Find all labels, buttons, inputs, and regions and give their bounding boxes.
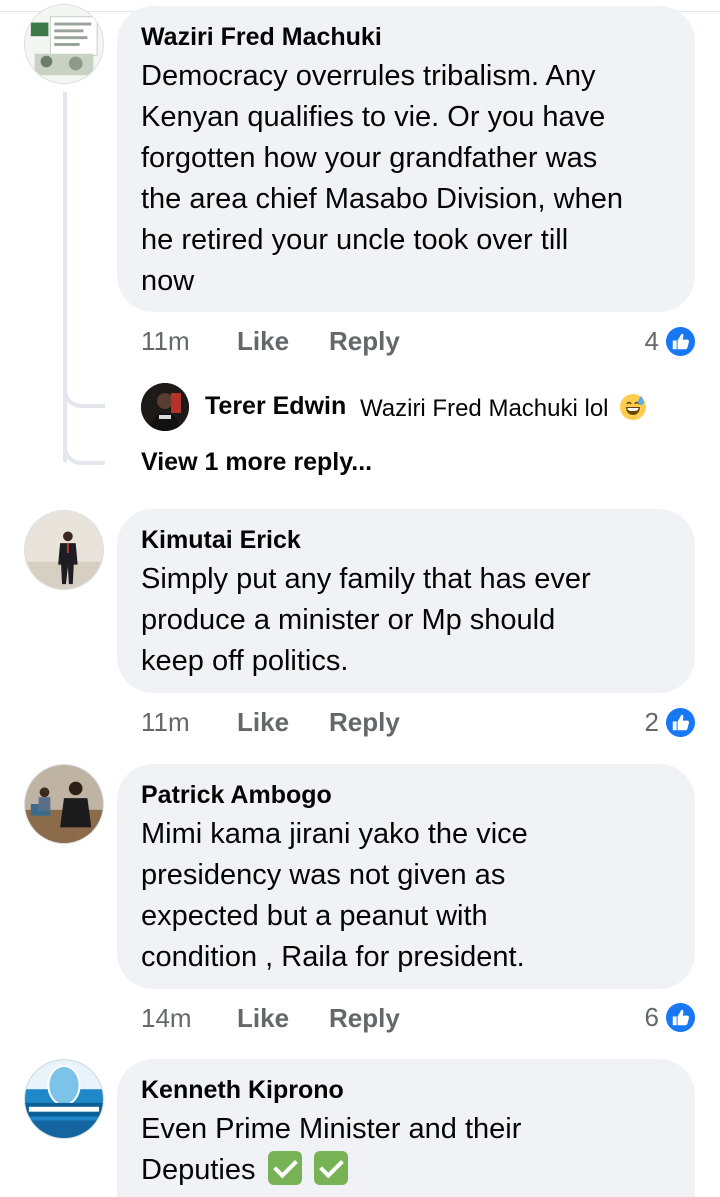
view-more-replies-link[interactable]: View 1 more reply... — [141, 448, 372, 477]
avatar[interactable] — [24, 1059, 104, 1139]
check-mark-icon — [313, 1151, 348, 1185]
text-line: condition , Raila for president. — [141, 941, 525, 973]
reaction-count[interactable]: 6 — [645, 1000, 696, 1034]
text-line: forgotten how your grandfather was — [141, 142, 598, 174]
comment-author[interactable]: Waziri Fred Machuki — [141, 22, 382, 52]
text-line: now — [141, 265, 195, 297]
reply-item: Terer Edwin Waziri Fred Machuki lol — [141, 383, 701, 431]
reaction-number: 6 — [644, 1001, 659, 1032]
comment-text: Democracy overrules tribalism. Any Kenya… — [141, 56, 673, 302]
text-line-with-emoji: Deputies — [141, 1150, 673, 1191]
like-button[interactable]: Like — [237, 707, 329, 738]
text-line: expected but a peanut with — [141, 900, 488, 932]
text-line: Simply put any family that has ever — [141, 563, 591, 595]
text-line: keep off politics. — [141, 645, 349, 677]
avatar[interactable] — [24, 764, 104, 844]
grinning-sweat-emoji-icon — [620, 394, 647, 420]
comment-text: Mimi kama jirani yako the vice presidenc… — [141, 814, 673, 978]
check-mark-icon — [267, 1151, 302, 1185]
reaction-number: 2 — [644, 706, 659, 737]
comment-bubble: Waziri Fred Machuki Democracy overrules … — [117, 6, 695, 312]
timestamp[interactable]: 11m — [141, 707, 237, 738]
comment-bubble: Kenneth Kiprono Even Prime Minister and … — [117, 1059, 695, 1197]
comment-actions: 11m Like Reply — [141, 324, 400, 358]
thread-connector — [63, 386, 105, 408]
reaction-count[interactable]: 4 — [645, 324, 696, 358]
comment-author[interactable]: Patrick Ambogo — [141, 780, 332, 810]
timestamp[interactable]: 14m — [141, 1003, 237, 1034]
comment-author[interactable]: Kimutai Erick — [141, 525, 301, 555]
text-line: presidency was not given as — [141, 859, 506, 891]
reply-button[interactable]: Reply — [329, 1003, 400, 1034]
text-line: Kenyan qualifies to vie. Or you have — [141, 101, 606, 133]
text-line: Deputies — [141, 1154, 256, 1186]
comment-actions: 14m Like Reply — [141, 1001, 400, 1035]
thumbs-up-icon — [665, 1002, 696, 1032]
reply-text: Waziri Fred Machuki lol — [360, 393, 647, 423]
person-photo-icon — [25, 765, 103, 843]
reply-author[interactable]: Terer Edwin — [205, 392, 346, 421]
text-line: produce a minister or Mp should — [141, 604, 556, 636]
like-button[interactable]: Like — [237, 326, 329, 357]
poster-image-icon — [25, 5, 103, 83]
comment-bubble: Kimutai Erick Simply put any family that… — [117, 509, 695, 693]
comment-bubble: Patrick Ambogo Mimi kama jirani yako the… — [117, 764, 695, 989]
reply-avatar[interactable] — [141, 383, 189, 431]
timestamp[interactable]: 11m — [141, 326, 237, 357]
reply-button[interactable]: Reply — [329, 326, 400, 357]
text-line: the area chief Masabo Division, when — [141, 183, 623, 215]
person-photo-icon — [25, 511, 103, 589]
avatar[interactable] — [24, 510, 104, 590]
thumbs-up-icon — [665, 326, 696, 356]
reply-text-content: Waziri Fred Machuki lol — [360, 395, 609, 422]
text-line: Mimi kama jirani yako the vice — [141, 818, 528, 850]
comment-author[interactable]: Kenneth Kiprono — [141, 1075, 344, 1105]
reply-button[interactable]: Reply — [329, 707, 400, 738]
like-button[interactable]: Like — [237, 1003, 329, 1034]
text-line: Democracy overrules tribalism. Any — [141, 60, 596, 92]
comment-actions: 11m Like Reply — [141, 705, 400, 739]
avatar[interactable] — [24, 4, 104, 84]
text-line: he retired your uncle took over till — [141, 224, 569, 256]
comment-text: Even Prime Minister and their Deputies — [141, 1109, 673, 1191]
thread-line — [63, 92, 67, 462]
reaction-number: 4 — [644, 325, 659, 356]
person-photo-icon — [141, 383, 189, 431]
thumbs-up-icon — [665, 707, 696, 737]
reaction-count[interactable]: 2 — [645, 705, 696, 739]
text-line: Even Prime Minister and their — [141, 1113, 522, 1145]
comment-text: Simply put any family that has ever prod… — [141, 559, 673, 682]
logo-image-icon — [25, 1060, 103, 1138]
thread-connector — [63, 443, 105, 465]
